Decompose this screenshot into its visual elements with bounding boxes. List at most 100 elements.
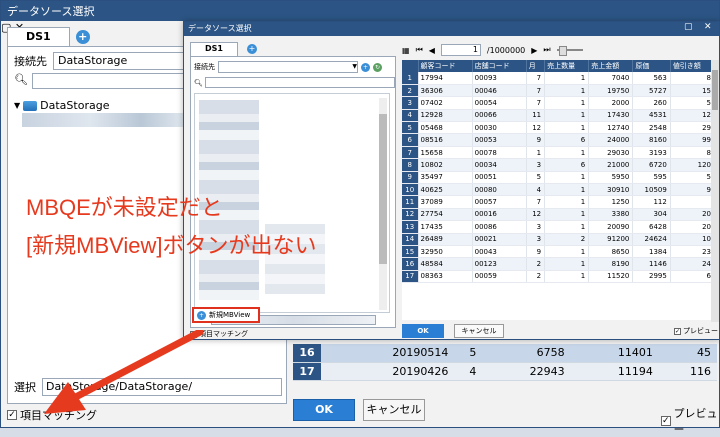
cell: 20 <box>670 220 715 234</box>
table-row[interactable]: 9 35497 00051 5 1 5950 595 5 <box>402 171 715 185</box>
cell: 1 <box>544 109 590 123</box>
cell: 1 <box>544 183 590 197</box>
table-row[interactable]: 16 48584 00123 2 1 8190 1146 24 <box>402 257 715 271</box>
table-row[interactable]: 16 20190514 5 6758 11401 45 <box>293 344 717 363</box>
row-number: 13 <box>402 220 419 234</box>
cell: 112 <box>632 195 671 209</box>
preview-label: プレビュー <box>673 407 718 436</box>
inner-connection-select[interactable]: ▼ <box>218 61 358 73</box>
inner-tree-scroll-thumb[interactable] <box>379 114 387 264</box>
grid-scroll-thumb[interactable] <box>712 70 718 110</box>
row-number: 1 <box>402 72 419 85</box>
inner-search-input[interactable] <box>204 77 395 88</box>
cell: 1 <box>544 96 590 110</box>
grid-toolbar: ▦ ⏮ ◀ 1 /1000000 ▶ ⏭ <box>402 42 583 58</box>
cell: 1146 <box>632 257 671 271</box>
grid-icon[interactable]: ▦ <box>402 46 410 55</box>
inner-preview-label: プレビュー <box>683 327 718 335</box>
table-row[interactable]: 7 15658 00078 1 1 29030 3193 8 <box>402 146 715 160</box>
tab-strip: DS1 + <box>7 25 90 47</box>
inner-search-icon[interactable]: 🔍︎ <box>194 79 203 87</box>
cell: 5 <box>670 96 715 110</box>
table-row[interactable]: 15 32950 00043 9 1 8650 1384 23 <box>402 245 715 259</box>
chevron-down-icon[interactable]: ▼ <box>352 62 357 72</box>
inner-maximize-icon[interactable]: ▢ <box>684 22 693 32</box>
column-header[interactable]: 月 <box>526 60 546 72</box>
blurred-tree-item[interactable] <box>22 113 192 127</box>
add-tab-icon[interactable]: + <box>75 30 90 44</box>
cell: 00078 <box>472 146 527 160</box>
table-row[interactable]: 4 12928 00066 11 1 17430 4531 12 <box>402 109 715 123</box>
row-number: 17 <box>293 362 321 381</box>
refresh-icon[interactable]: ↻ <box>373 62 382 72</box>
cancel-button[interactable]: キャンセル <box>363 399 425 421</box>
cell: 00057 <box>472 195 527 209</box>
cell: 8650 <box>588 245 634 259</box>
prev-page-icon[interactable]: ◀ <box>429 46 435 55</box>
preview-checkbox[interactable]: ✓ <box>661 416 671 426</box>
table-row[interactable]: 12 27754 00016 12 1 3380 304 20 <box>402 208 715 222</box>
table-row[interactable]: 10 40625 00080 4 1 30910 10509 9 <box>402 183 715 197</box>
inner-add-icon[interactable]: + <box>361 62 370 72</box>
table-row[interactable]: 6 08516 00053 9 6 24000 8160 99 <box>402 133 715 147</box>
collapse-icon[interactable]: ▼ <box>14 101 20 110</box>
corner-header <box>402 60 419 72</box>
cell: 3 <box>526 158 546 172</box>
zoom-slider[interactable] <box>556 46 583 56</box>
page-input[interactable]: 1 <box>440 44 481 56</box>
inner-cancel-button[interactable]: キャンセル <box>454 324 504 338</box>
inner-preview-checkbox[interactable]: ✓ <box>674 327 681 335</box>
cell: 1 <box>544 146 590 160</box>
cell: 00086 <box>472 220 527 234</box>
cell: 5950 <box>588 171 634 185</box>
table-row[interactable]: 17 08363 00059 2 1 11520 2995 6 <box>402 270 715 284</box>
column-header[interactable]: 売上数量 <box>544 60 590 72</box>
table-row[interactable]: 3 07402 00054 7 1 2000 260 5 <box>402 96 715 110</box>
inner-ok-button[interactable]: OK <box>402 324 444 338</box>
cell: 21000 <box>588 158 634 172</box>
table-row[interactable]: 2 36306 00046 7 1 19750 5727 15 <box>402 84 715 98</box>
cell: 7 <box>526 72 546 85</box>
table-row[interactable]: 8 10802 00034 3 6 21000 6720 120 <box>402 158 715 172</box>
new-mbview-button[interactable]: + 新規MBView <box>192 307 260 323</box>
inner-source-tree[interactable] <box>194 93 390 313</box>
preview-checkbox-row[interactable]: ✓ プレビュー <box>661 405 719 437</box>
cell: 00053 <box>472 133 527 147</box>
cell: 00021 <box>472 233 527 246</box>
column-header[interactable]: 売上金額 <box>588 60 634 72</box>
match-checkbox[interactable]: ✓ <box>7 410 17 420</box>
first-page-icon[interactable]: ⏮ <box>416 45 423 55</box>
last-page-icon[interactable]: ⏭ <box>543 45 550 55</box>
ok-button[interactable]: OK <box>293 399 355 421</box>
column-header[interactable]: 値引き額 <box>670 60 715 72</box>
cell: 20190514 <box>321 344 455 363</box>
row-number: 17 <box>402 270 419 284</box>
table-row[interactable]: 11 37089 00057 7 1 1250 112 <box>402 195 715 209</box>
cell: 1 <box>544 257 590 271</box>
table-row[interactable]: 5 05468 00030 12 1 12740 2548 29 <box>402 121 715 135</box>
table-row[interactable]: 1 17994 00093 7 1 7040 563 8 <box>402 72 715 85</box>
grid-scrollbar[interactable] <box>711 60 719 322</box>
column-header[interactable]: 店舗コード <box>472 60 527 72</box>
row-number: 9 <box>402 171 419 185</box>
table-row[interactable]: 17 20190426 4 22943 11194 116 <box>293 362 717 381</box>
next-page-icon[interactable]: ▶ <box>531 46 537 55</box>
cell: 6720 <box>632 158 671 172</box>
cell: 05468 <box>418 121 473 135</box>
table-row[interactable]: 14 26489 00021 3 2 91200 24624 10 <box>402 233 715 246</box>
cell: 3 <box>526 233 546 246</box>
table-row[interactable]: 13 17435 00086 3 1 20090 6428 20 <box>402 220 715 234</box>
inner-add-tab-icon[interactable]: + <box>247 44 257 54</box>
search-icon[interactable]: 🔍︎ <box>14 73 28 89</box>
inner-close-icon[interactable]: ✕ <box>704 22 712 32</box>
column-header[interactable]: 原価 <box>632 60 671 72</box>
tree-node-datastorage[interactable]: ▼ DataStorage <box>14 99 109 112</box>
tab-ds1[interactable]: DS1 <box>7 27 70 47</box>
inner-title: データソース選択 <box>188 24 252 33</box>
inner-tab-ds1[interactable]: DS1 <box>190 42 238 56</box>
cell: 32950 <box>418 245 473 259</box>
cell: 5 <box>526 171 546 185</box>
inner-preview-checkbox-row[interactable]: ✓ プレビュー <box>674 326 718 336</box>
cell: 2 <box>526 257 546 271</box>
column-header[interactable]: 顧客コード <box>418 60 473 72</box>
